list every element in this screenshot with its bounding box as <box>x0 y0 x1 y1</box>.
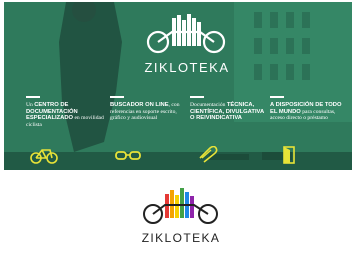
footer-brand-name: ZIKLOTEKA <box>142 231 221 245</box>
feature-text: Un CENTRO DE DOCUMENTACIÓN ESPECIALIZADO… <box>26 102 104 128</box>
feature-text: BUSCADOR ON LINE, con referencias en sop… <box>110 102 180 122</box>
paperclip-icon <box>199 146 218 163</box>
divider <box>190 96 204 98</box>
feature-availability: A DISPOSICIÓN DE TODO EL MUNDO para cons… <box>270 96 350 164</box>
feature-online-search: BUSCADOR ON LINE, con referencias en sop… <box>110 96 190 160</box>
divider <box>26 96 40 98</box>
feature-text: Documentación TÉCNICA, CIENTÍFICA, DIVUL… <box>190 102 264 122</box>
hero-banner: ZIKLOTEKA Un CENTRO DE DOCUMENTACIÓN ESP… <box>4 2 352 170</box>
glasses-icon <box>115 151 141 160</box>
divider <box>270 96 284 98</box>
books-icon <box>165 188 194 218</box>
zikloteka-logo-footer: ZIKLOTEKA <box>142 188 221 245</box>
hero-brand-name: ZIKLOTEKA <box>144 60 229 75</box>
divider <box>110 96 124 98</box>
zikloteka-logo-hero: ZIKLOTEKA <box>144 14 229 75</box>
bicycle-icon <box>30 149 58 164</box>
feature-text: A DISPOSICIÓN DE TODO EL MUNDO para cons… <box>270 102 342 122</box>
door-icon <box>283 146 295 164</box>
feature-documentation-center: Un CENTRO DE DOCUMENTACIÓN ESPECIALIZADO… <box>26 96 106 164</box>
feature-documentation-types: Documentación TÉCNICA, CIENTÍFICA, DIVUL… <box>190 96 270 163</box>
